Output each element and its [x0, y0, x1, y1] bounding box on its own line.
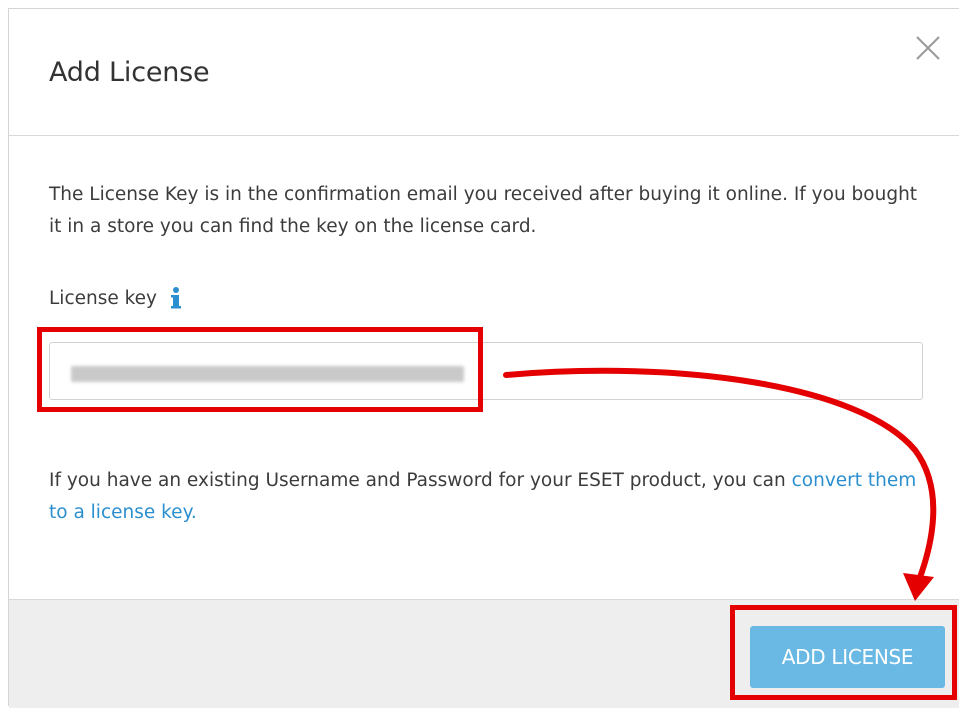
add-license-dialog: Add License The License Key is in the co… — [8, 8, 959, 708]
existing-credentials-text: If you have an existing Username and Pas… — [49, 465, 929, 529]
info-icon[interactable] — [169, 286, 183, 310]
add-license-button[interactable]: ADD LICENSE — [750, 626, 945, 688]
dialog-footer: ADD LICENSE — [9, 599, 959, 708]
intro-text: The License Key is in the confirmation e… — [49, 184, 918, 237]
license-key-label-row: License key — [49, 283, 183, 313]
dialog-title: Add License — [49, 57, 210, 88]
existing-credentials-message: If you have an existing Username and Pas… — [49, 470, 786, 491]
close-icon[interactable] — [915, 35, 941, 61]
dialog-header: Add License — [9, 9, 959, 136]
dialog-body: The License Key is in the confirmation e… — [9, 136, 959, 599]
license-key-label: License key — [49, 287, 158, 309]
license-key-input[interactable] — [49, 342, 923, 400]
